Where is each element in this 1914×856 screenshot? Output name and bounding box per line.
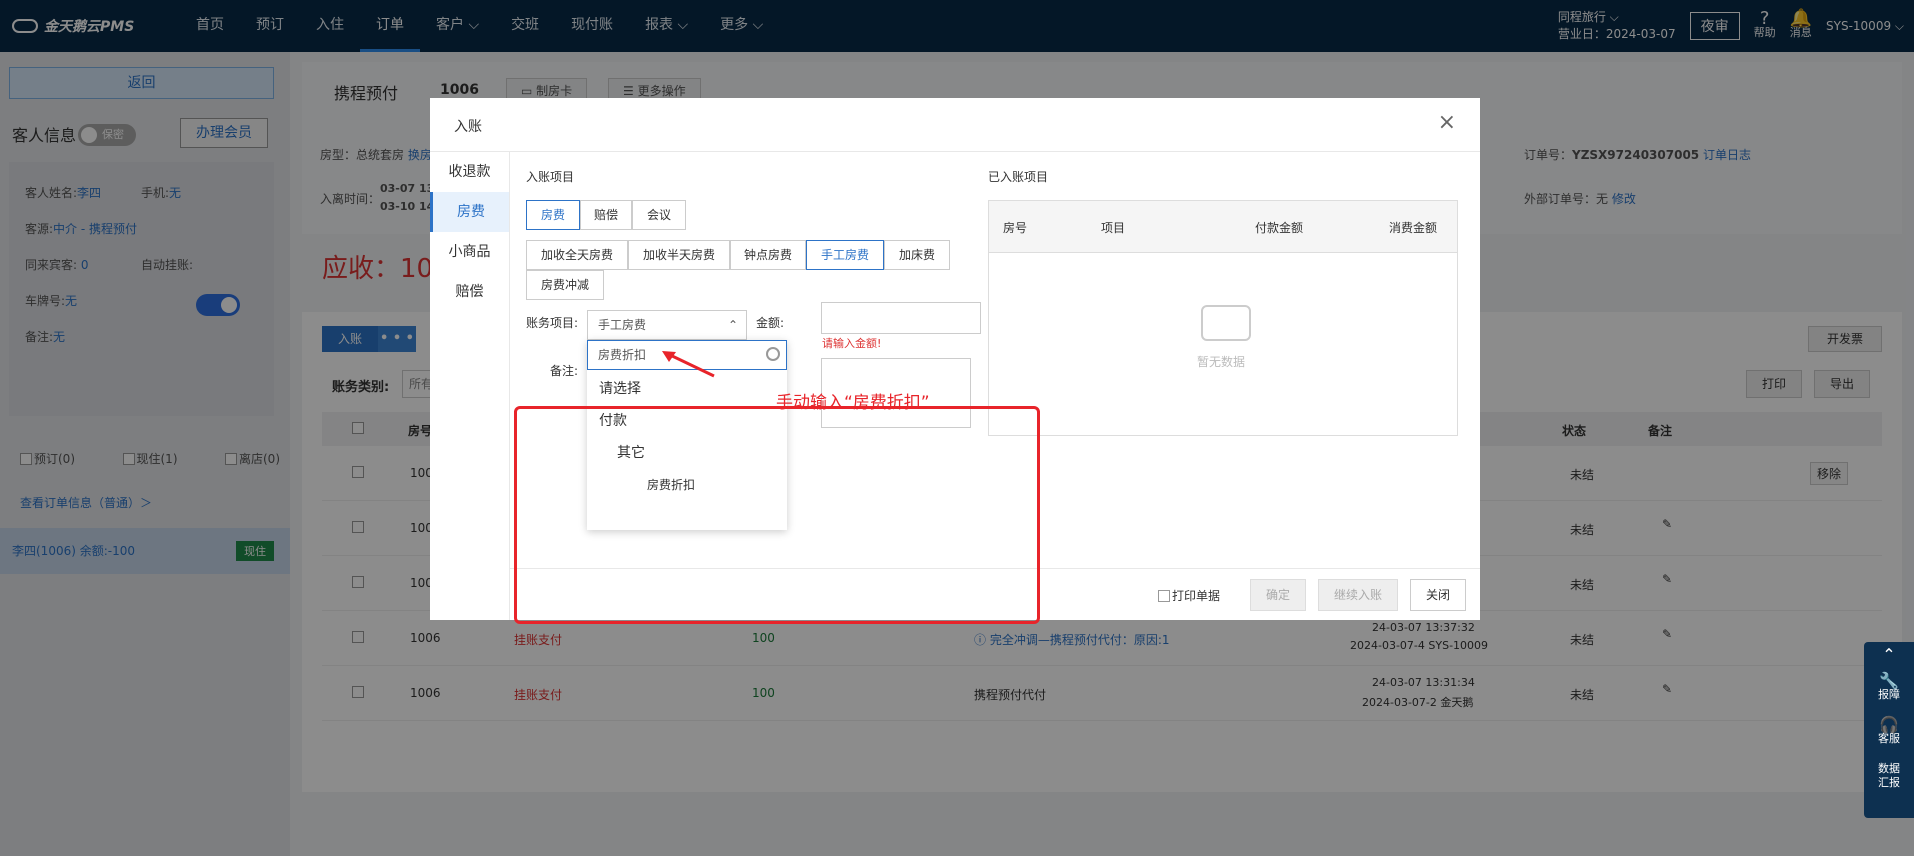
chip-extra-bed[interactable]: 加床费 [884,240,950,270]
wrench-icon: 🔧 [1879,671,1899,690]
posted-table: 房号 项目 付款金额 消费金额 暂无数据 [988,200,1458,436]
confirm-button[interactable]: 确定 [1250,579,1306,611]
float-toolbar: ⌃ 🔧 报障 🎧 客服 数据汇报 [1864,642,1914,818]
posted-header: 房号 项目 付款金额 消费金额 [989,201,1457,253]
side-room-fee[interactable]: 房费 [430,192,509,232]
chevron-up-icon: ⌃ [727,318,738,332]
amount-input[interactable] [821,302,981,334]
search-value: 房费折扣 [598,348,647,362]
search-icon [766,347,780,361]
service-button[interactable]: 🎧 客服 [1864,712,1914,756]
empty-text: 暂无数据 [1197,355,1246,369]
annotation-text: 手动输入“房费折扣” [776,393,930,413]
account-select[interactable]: 手工房费 ⌃ [587,310,747,340]
dialog-header: 入账 × [430,98,1480,152]
posted-col-item: 项目 [1101,221,1126,235]
empty-box-icon [1201,305,1251,341]
checkbox[interactable] [1158,590,1170,602]
repair-label: 报障 [1878,688,1900,701]
tab-meeting[interactable]: 会议 [632,200,686,230]
chip-manual[interactable]: 手工房费 [806,240,884,270]
dialog-title: 入账 [454,119,482,135]
annotation-box [514,406,1040,624]
side-refund[interactable]: 收退款 [430,152,509,192]
close-button[interactable]: 关闭 [1410,579,1466,611]
posted-label: 已入账项目 [988,170,1049,184]
dialog-side-menu: 收退款 房费 小商品 赔偿 [430,152,510,620]
headset-icon: 🎧 [1879,715,1899,734]
report-label: 数据汇报 [1878,762,1900,789]
side-goods[interactable]: 小商品 [430,232,509,272]
amount-error: 请输入金额! [822,337,882,350]
service-label: 客服 [1878,732,1900,745]
tab-room-fee[interactable]: 房费 [526,200,580,230]
posted-col-room: 房号 [1003,221,1028,235]
report-button[interactable]: 数据汇报 [1864,756,1914,800]
amount-label: 金额: [756,316,785,330]
chip-half-day[interactable]: 加收半天房费 [628,240,730,270]
collapse-button[interactable]: ⌃ [1864,642,1914,668]
items-label: 入账项目 [526,170,575,184]
chevron-up-icon: ⌃ [1882,645,1896,664]
print-receipt-label: 打印单据 [1172,589,1221,603]
account-label: 账务项目: [526,316,579,330]
account-select-value: 手工房费 [598,318,647,332]
print-receipt-check[interactable]: 打印单据 [1158,587,1220,604]
annotation-arrow [662,351,715,378]
option-please-select[interactable]: 请选择 [599,378,641,398]
posted-col-pay: 付款金额 [1255,221,1304,235]
chip-hourly[interactable]: 钟点房费 [730,240,806,270]
continue-button[interactable]: 继续入账 [1318,579,1398,611]
remark-label: 备注: [550,364,579,378]
side-compensation[interactable]: 赔偿 [430,272,509,312]
chip-full-day[interactable]: 加收全天房费 [526,240,628,270]
close-icon[interactable]: × [1438,110,1456,135]
posted-col-spend: 消费金额 [1389,221,1438,235]
tab-compensation[interactable]: 赔偿 [580,200,632,230]
chip-fee-reduce[interactable]: 房费冲减 [526,270,604,300]
repair-button[interactable]: 🔧 报障 [1864,668,1914,712]
